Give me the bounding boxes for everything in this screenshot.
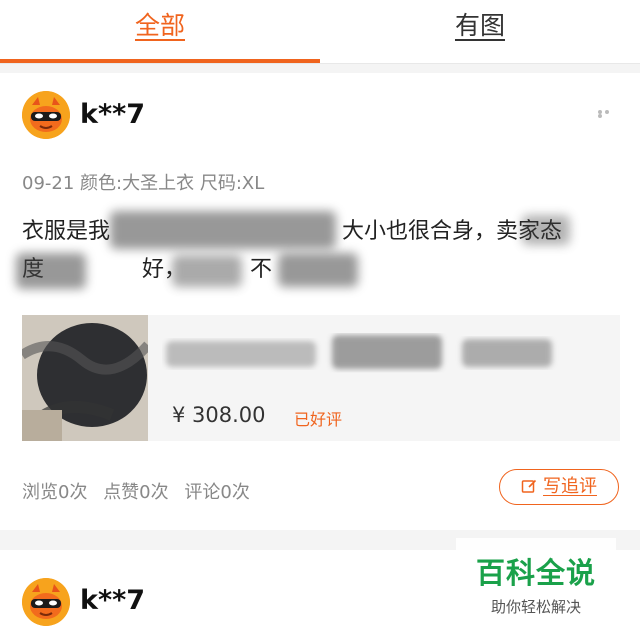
product-card[interactable]: ¥ 308.00 已好评 <box>22 315 620 441</box>
product-image[interactable] <box>22 315 148 441</box>
watermark-title: 百科全说 <box>475 556 596 590</box>
review-date: 09-21 <box>22 173 75 194</box>
avatar[interactable] <box>22 578 70 626</box>
view-count: 浏览0次 <box>22 482 88 503</box>
product-price: ¥ 308.00 <box>172 403 266 427</box>
like-count[interactable]: 点赞0次 <box>103 482 168 503</box>
watermark: 百科全说 助你轻松解决 <box>456 538 616 618</box>
redacted-product-title <box>166 335 552 369</box>
followup-label: 写追评 <box>543 476 597 497</box>
avatar-mascot-icon <box>22 91 70 139</box>
review-meta: 09-21 颜色:大圣上衣 尺码:XL <box>22 169 264 195</box>
avatar[interactable] <box>22 91 70 139</box>
avatar-mascot-icon <box>22 578 70 626</box>
reviewer-name[interactable]: k**7 <box>80 99 145 130</box>
redaction-scribble <box>278 253 358 287</box>
review-specs: 颜色:大圣上衣 尺码:XL <box>80 173 265 194</box>
redaction-scribble <box>522 215 570 245</box>
review-stats: 浏览0次 点赞0次 评论0次 <box>22 478 260 504</box>
review-text: 衣服是我 大小也很合身，卖家态 度 好， 不 <box>16 211 618 289</box>
edit-icon <box>521 479 537 493</box>
reviewer-name[interactable]: k**7 <box>80 585 145 616</box>
comment-count[interactable]: 评论0次 <box>184 482 249 503</box>
review-card: k**7 09-21 颜色:大圣上衣 尺码:XL 衣服是我 大小也很合身，卖家态… <box>0 73 640 530</box>
review-text-line2-end: 不 <box>250 257 273 282</box>
product-thumbnail-icon <box>22 315 148 441</box>
write-followup-button[interactable]: 写追评 <box>499 469 619 505</box>
tab-all[interactable]: 全部 <box>0 0 320 60</box>
watermark-subtitle: 助你轻松解决 <box>490 598 581 616</box>
review-tabs: 全部 有图 <box>0 0 640 64</box>
redaction-scribble <box>16 253 86 289</box>
redaction-scribble <box>172 255 242 287</box>
more-options-icon[interactable] <box>598 110 616 118</box>
tab-with-images[interactable]: 有图 <box>320 0 640 60</box>
review-text-line1: 衣服是我 <box>22 219 111 244</box>
rating-badge: 已好评 <box>294 410 343 429</box>
redaction-scribble <box>110 211 336 249</box>
active-tab-indicator <box>0 59 320 63</box>
